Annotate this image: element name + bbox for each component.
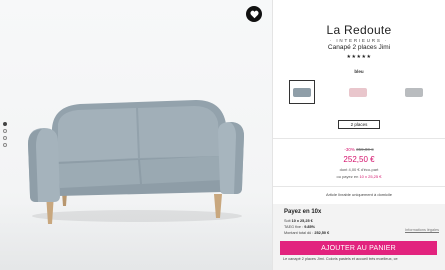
payment-row-label: Montant total dû : <box>284 231 314 235</box>
gallery-dot[interactable] <box>3 122 7 126</box>
swatch-rose[interactable] <box>345 80 371 104</box>
brand-sub: · INTERIEURS · <box>330 38 388 43</box>
ecopart-note: dont 4,00 € d'éco-part <box>339 167 379 172</box>
delivery-note: Article livrable uniquement à domicile <box>325 192 393 197</box>
add-to-cart-button[interactable]: AJOUTER AU PANIER <box>280 241 437 255</box>
color-label: bleu <box>354 69 364 74</box>
rating-stars[interactable]: ★★★★★ <box>273 54 445 60</box>
old-price: -30% 359,00 € <box>273 147 445 152</box>
payment-row-label: Soit <box>284 219 291 223</box>
swatch-bleu[interactable] <box>289 80 315 104</box>
payment-row-value: 9.85% <box>304 225 315 229</box>
divider <box>273 138 445 139</box>
payment-row: Montant total dû : 252,50 € <box>284 231 329 235</box>
gallery-dot[interactable] <box>3 136 7 140</box>
favorite-button[interactable] <box>246 6 262 22</box>
product-photo[interactable] <box>0 0 272 270</box>
payment-title: Payez en 10x <box>284 209 322 215</box>
installment-prefix: ou payez en <box>336 174 359 179</box>
product-panel: La Redoute · INTERIEURS · Canapé 2 place… <box>272 0 445 270</box>
swatch-thumb <box>405 87 423 97</box>
brand-logo[interactable]: La Redoute · INTERIEURS · <box>273 23 445 43</box>
size-option-button[interactable]: 2 places <box>338 120 380 129</box>
payment-row-label: TAEG fixe : <box>284 225 304 229</box>
strike-price: 359,00 € <box>356 147 374 152</box>
swatch-thumb <box>349 87 367 97</box>
divider <box>273 186 445 187</box>
gallery-dots <box>3 122 7 147</box>
current-price: 252,50 € <box>343 155 375 164</box>
installment-amount: 10 x 25,25 € <box>359 174 382 179</box>
payment-row: TAEG fixe : 9.85% <box>284 225 315 229</box>
payment-row-value: 10 x 25,25 € <box>291 219 313 223</box>
product-title: Canapé 2 places Jimi <box>327 44 391 51</box>
sofa-image <box>28 100 244 224</box>
brand-name: La Redoute <box>326 23 392 37</box>
legal-info-link[interactable]: Informations légales <box>405 228 439 232</box>
payment-row-value: 252,50 € <box>314 231 330 235</box>
payment-row: Soit 10 x 25,25 € <box>284 219 313 223</box>
gallery-dot[interactable] <box>3 129 7 133</box>
gallery-dot[interactable] <box>3 143 7 147</box>
installment-line: ou payez en 10 x 25,25 € <box>273 174 445 179</box>
swatch-gris[interactable] <box>401 80 427 104</box>
discount-badge: -30% <box>344 147 355 152</box>
swatch-thumb <box>293 87 311 97</box>
product-description: Le canapé 2 places Jimi. Coloris pastels… <box>283 257 398 261</box>
heart-icon <box>249 10 259 18</box>
